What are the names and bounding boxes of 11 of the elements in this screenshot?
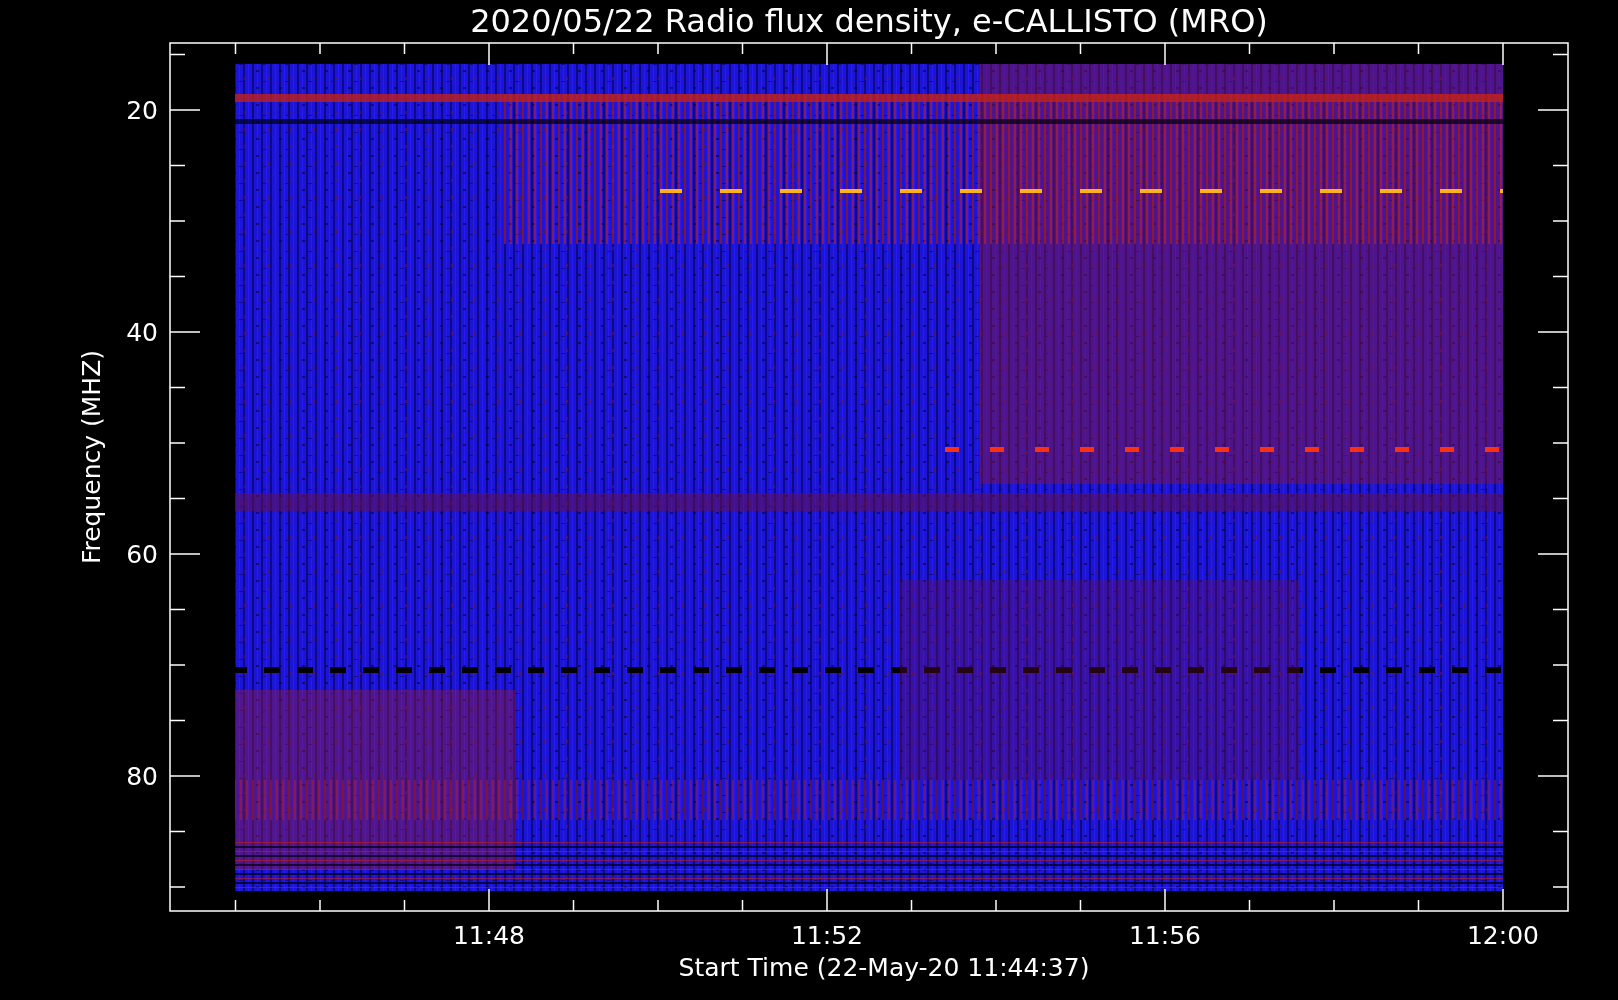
x-tick-label: 12:00 (1467, 921, 1539, 950)
y-tick-label: 20 (126, 96, 158, 125)
x-tick-label: 11:48 (453, 921, 525, 950)
y-tick-label: 80 (126, 762, 158, 791)
y-axis-label: Frequency (MHZ) (77, 349, 106, 565)
x-tick-label: 11:52 (791, 921, 863, 950)
y-tick-label: 40 (126, 318, 158, 347)
y-tick-label: 60 (126, 540, 158, 569)
x-axis-label: Start Time (22-May-20 11:44:37) (678, 953, 1090, 982)
x-tick-label: 11:56 (1129, 921, 1201, 950)
chart-title: 2020/05/22 Radio flux density, e-CALLISTO (MRO) (470, 2, 1268, 40)
